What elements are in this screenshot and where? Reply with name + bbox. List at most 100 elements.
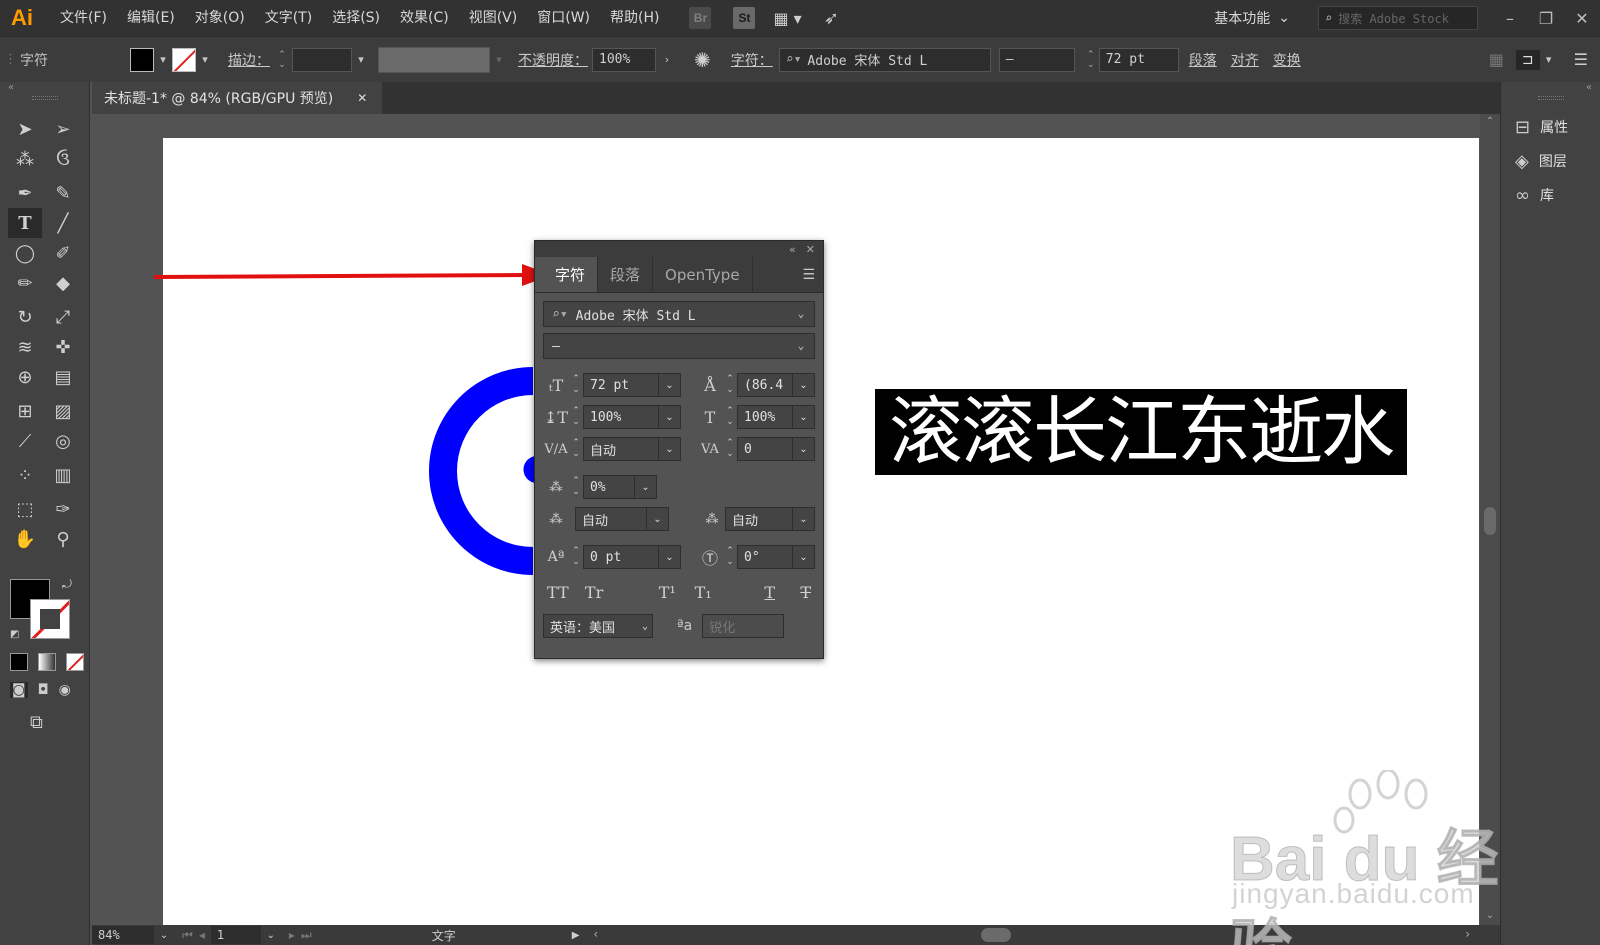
- lasso-tool-icon[interactable]: ઉ: [46, 144, 80, 174]
- restore-icon[interactable]: ❐: [1528, 9, 1564, 28]
- aki-left-select[interactable]: 自动: [575, 507, 647, 531]
- libraries-panel-button[interactable]: ∞ 库: [1501, 178, 1600, 212]
- type-tool-icon[interactable]: T: [8, 208, 42, 238]
- character-label[interactable]: 字符：: [731, 50, 773, 70]
- aki-right-select[interactable]: 自动: [725, 507, 793, 531]
- line-segment-tool-icon[interactable]: ╱: [46, 208, 80, 238]
- font-family-select[interactable]: ⌕▾ Adobe 宋体 Std L ⌄: [543, 301, 815, 327]
- language-select[interactable]: 英语：美国 ⌄: [543, 614, 653, 638]
- artboard-tool-icon[interactable]: ⬚: [8, 494, 42, 524]
- eyedropper-tool-icon[interactable]: ⟋: [8, 426, 42, 456]
- antialias-select[interactable]: 锐化: [702, 614, 785, 638]
- fill-swatch[interactable]: [130, 47, 154, 72]
- draw-behind-icon[interactable]: ◘: [38, 682, 49, 698]
- chevron-down-icon[interactable]: ⌄: [793, 437, 815, 461]
- stock-button[interactable]: St: [733, 7, 756, 29]
- tracking-stepper[interactable]: ⌃ ⌄: [723, 438, 737, 460]
- warp-tool-icon[interactable]: ≋: [8, 332, 42, 362]
- stock-search-input[interactable]: ⌕ 搜索 Adobe Stock: [1318, 6, 1478, 30]
- minimize-icon[interactable]: –: [1492, 9, 1528, 28]
- menu-view[interactable]: 视图(V): [459, 0, 528, 36]
- stroke-label[interactable]: 描边：: [228, 50, 270, 70]
- draw-normal-icon[interactable]: ◙: [10, 682, 28, 698]
- tsume-field[interactable]: 0%: [583, 475, 635, 499]
- horizontal-scale-field[interactable]: 100%: [737, 405, 793, 429]
- mesh-tool-icon[interactable]: ⊞: [8, 396, 42, 426]
- selection-tool-icon[interactable]: ➤: [8, 114, 42, 144]
- last-artboard-icon[interactable]: ⏭: [301, 928, 312, 943]
- scroll-up-icon[interactable]: ⌃: [1480, 116, 1500, 127]
- font-size-stepper[interactable]: ⌃ ⌄: [1085, 50, 1097, 70]
- font-style-select[interactable]: – ⌄: [543, 333, 815, 359]
- isolate-icon[interactable]: ⊐: [1515, 49, 1540, 70]
- stroke-weight-field[interactable]: [292, 47, 352, 72]
- collapse-panel-icon[interactable]: «: [0, 82, 89, 94]
- properties-panel-button[interactable]: ⊟ 属性: [1501, 110, 1600, 144]
- stroke-swatch[interactable]: [172, 47, 196, 72]
- chevron-down-icon[interactable]: ⌄: [635, 475, 657, 499]
- rotate-tool-icon[interactable]: ↻: [8, 302, 42, 332]
- column-graph-tool-icon[interactable]: ▥: [46, 460, 80, 490]
- next-artboard-icon[interactable]: ▸: [289, 928, 295, 942]
- subscript-icon[interactable]: T₁: [695, 583, 765, 602]
- chevron-down-icon[interactable]: ⌄: [154, 930, 174, 941]
- chevron-right-icon[interactable]: ›: [656, 53, 678, 66]
- shape-builder-tool-icon[interactable]: ⊕: [8, 362, 42, 392]
- panel-menu-icon[interactable]: ☰: [802, 257, 823, 292]
- chevron-down-icon[interactable]: ▾: [196, 53, 214, 66]
- bridge-button[interactable]: Br: [689, 7, 712, 29]
- curvature-tool-icon[interactable]: ✎: [46, 178, 80, 208]
- opacity-label[interactable]: 不透明度：: [518, 50, 588, 70]
- gradient-tool-icon[interactable]: ▨: [46, 396, 80, 426]
- scroll-thumb[interactable]: [1484, 507, 1496, 535]
- gpu-performance-icon[interactable]: ➶: [824, 8, 839, 29]
- default-fill-stroke-icon[interactable]: ◩: [10, 629, 19, 640]
- artboard-number-field[interactable]: 1: [210, 926, 261, 944]
- gradient-mode-icon[interactable]: [38, 653, 56, 671]
- draw-inside-icon[interactable]: ◉: [59, 682, 71, 698]
- workspace-switcher[interactable]: 基本功能 ⌄: [1214, 8, 1290, 28]
- font-size-field[interactable]: 72 pt: [583, 373, 659, 397]
- horizontal-scale-stepper[interactable]: ⌃ ⌄: [723, 406, 737, 428]
- ellipse-tool-icon[interactable]: ◯: [8, 238, 42, 268]
- stroke-stepper[interactable]: ⌃ ⌄: [276, 50, 288, 70]
- paintbrush-tool-icon[interactable]: ✐: [46, 238, 80, 268]
- chevron-down-icon[interactable]: ⌄: [261, 930, 281, 941]
- recolor-artwork-icon[interactable]: ✺: [694, 48, 711, 72]
- none-mode-icon[interactable]: [66, 653, 84, 671]
- shaper-tool-icon[interactable]: ✏: [8, 268, 42, 298]
- arrange-documents-icon[interactable]: ▦ ▾: [773, 9, 801, 28]
- collapse-panel-icon[interactable]: «: [1501, 82, 1600, 94]
- perspective-grid-tool-icon[interactable]: ▤: [46, 362, 80, 392]
- menu-select[interactable]: 选择(S): [322, 0, 390, 36]
- symbol-sprayer-tool-icon[interactable]: ⁘: [8, 460, 42, 490]
- baseline-shift-stepper[interactable]: ⌃ ⌄: [569, 546, 583, 568]
- first-artboard-icon[interactable]: ⏮: [182, 928, 193, 943]
- small-caps-icon[interactable]: Tr: [585, 583, 659, 602]
- menu-help[interactable]: 帮助(H): [600, 0, 669, 36]
- panel-menu-icon[interactable]: ☰: [1574, 50, 1588, 69]
- previous-artboard-icon[interactable]: ◂: [199, 928, 205, 942]
- magic-wand-tool-icon[interactable]: ⁂: [8, 144, 42, 174]
- align-link[interactable]: 对齐: [1231, 50, 1259, 70]
- scale-tool-icon[interactable]: ⤢: [46, 302, 80, 332]
- close-panel-icon[interactable]: ✕: [806, 243, 815, 256]
- menu-window[interactable]: 窗口(W): [527, 0, 600, 36]
- vertical-scale-field[interactable]: 100%: [583, 405, 659, 429]
- kerning-stepper[interactable]: ⌃ ⌄: [569, 438, 583, 460]
- chevron-down-icon[interactable]: ▾: [1540, 53, 1558, 66]
- menu-edit[interactable]: 编辑(E): [117, 0, 185, 36]
- chevron-down-icon[interactable]: ⌄: [793, 507, 815, 531]
- opacity-field[interactable]: 100%: [592, 47, 656, 72]
- chevron-down-icon[interactable]: ⌄: [659, 373, 681, 397]
- tab-character[interactable]: 字符: [535, 257, 599, 292]
- variable-width-profile[interactable]: [378, 46, 490, 73]
- close-icon[interactable]: ✕: [1564, 9, 1600, 28]
- menu-effect[interactable]: 效果(C): [390, 0, 459, 36]
- zoom-select[interactable]: 84%: [92, 926, 154, 944]
- menu-file[interactable]: 文件(F): [50, 0, 117, 36]
- baseline-shift-field[interactable]: 0 pt: [583, 545, 659, 569]
- rotation-stepper[interactable]: ⌃ ⌄: [723, 546, 737, 568]
- font-style-field[interactable]: –: [998, 47, 1075, 72]
- hand-tool-icon[interactable]: ✋: [8, 524, 42, 554]
